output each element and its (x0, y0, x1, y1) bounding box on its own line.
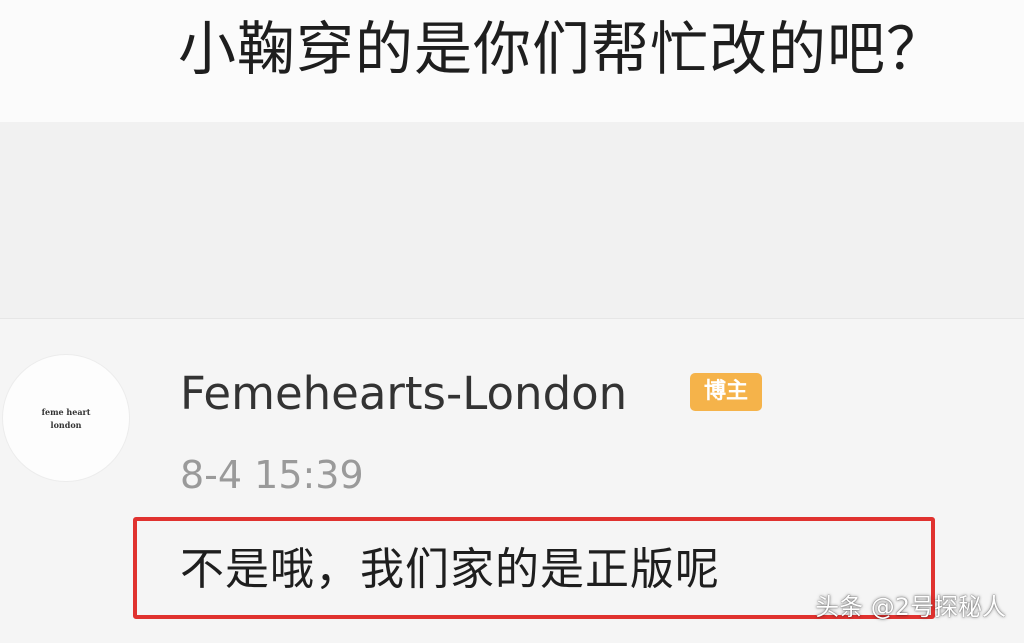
author-badge: 博主 (690, 373, 762, 411)
comment-timestamp: 8-4 15:39 (180, 453, 364, 497)
question-text: 小鞠穿的是你们帮忙改的吧？ (178, 15, 946, 83)
comment-username[interactable]: Femehearts-London (180, 364, 627, 424)
watermark: 头条 @2号探秘人 (815, 593, 1006, 621)
avatar-logo-text: feme heart (41, 407, 91, 417)
avatar-logo-subtext: london (50, 420, 82, 430)
question-bubble: 小鞠穿的是你们帮忙改的吧？ (0, 0, 1024, 122)
reply-text: 不是哦，我们家的是正版呢 (180, 544, 720, 595)
avatar[interactable]: feme heart london (2, 354, 130, 482)
separator-band (0, 122, 1024, 322)
